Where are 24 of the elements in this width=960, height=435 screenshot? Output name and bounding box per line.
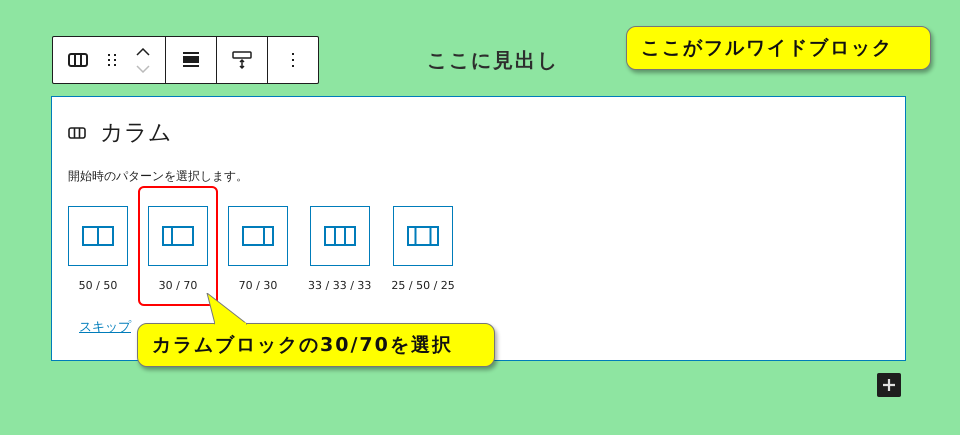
- skip-link[interactable]: スキップ: [79, 318, 131, 336]
- column-layout-icon: [80, 224, 116, 248]
- layout-option-label: 70 / 30: [238, 279, 278, 292]
- layout-option-button[interactable]: [310, 206, 370, 266]
- column-layout-icon: [405, 224, 442, 248]
- columns-icon: [68, 126, 86, 138]
- layout-option-label: 25 / 50 / 25: [391, 279, 455, 292]
- add-block-button[interactable]: [877, 373, 901, 397]
- column-layout-icon: [160, 224, 196, 248]
- block-title: カラム: [100, 119, 172, 148]
- layout-option-button[interactable]: [148, 206, 208, 266]
- callout-text: ここがフルワイドブロック: [641, 36, 893, 61]
- column-layout-icon: [322, 224, 358, 248]
- layout-option-button[interactable]: [68, 206, 128, 266]
- layout-option-label: 33 / 33 / 33: [308, 279, 372, 292]
- layout-option-button[interactable]: [393, 206, 454, 266]
- block-description: 開始時のパターンを選択します。: [68, 168, 249, 185]
- page-heading: ここに見出し: [427, 46, 559, 74]
- plus-icon: [882, 378, 896, 392]
- callout-text: カラムブロックの30/70を選択: [152, 333, 453, 358]
- column-layout-icon: [240, 224, 276, 248]
- layout-option-label: 30 / 70: [158, 279, 198, 292]
- layout-option-button[interactable]: [228, 206, 288, 266]
- layout-option-label: 50 / 50: [78, 279, 118, 292]
